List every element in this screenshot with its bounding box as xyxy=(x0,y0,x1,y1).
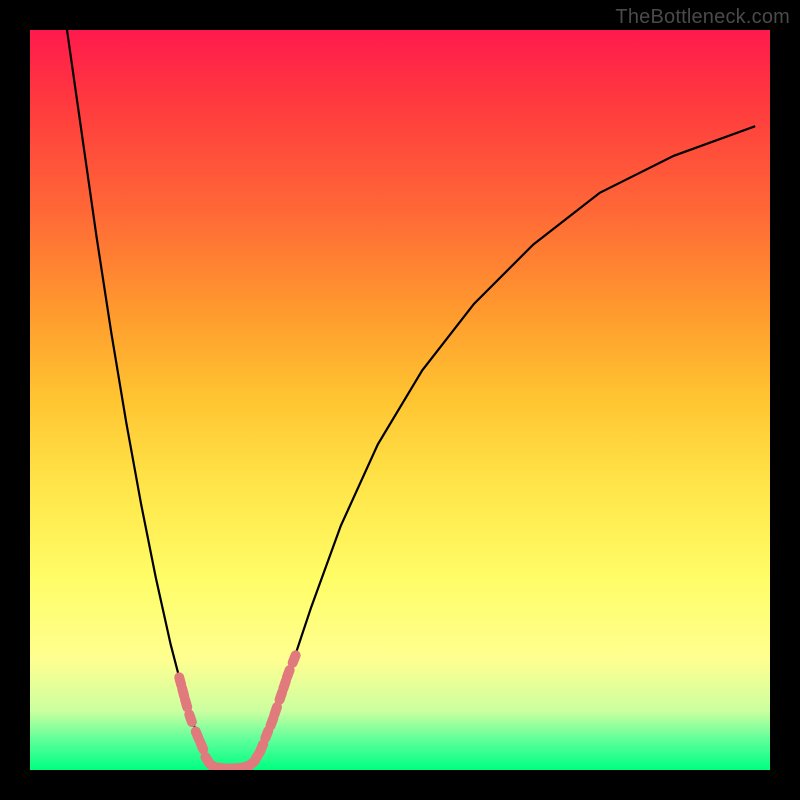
curve-right-branch xyxy=(252,126,755,764)
chart-frame: TheBottleneck.com xyxy=(0,0,800,800)
plot-area xyxy=(30,30,770,770)
watermark-text: TheBottleneck.com xyxy=(615,6,790,29)
marker-group xyxy=(173,649,302,770)
curve-left-branch xyxy=(67,30,209,764)
curve-svg xyxy=(30,30,770,770)
